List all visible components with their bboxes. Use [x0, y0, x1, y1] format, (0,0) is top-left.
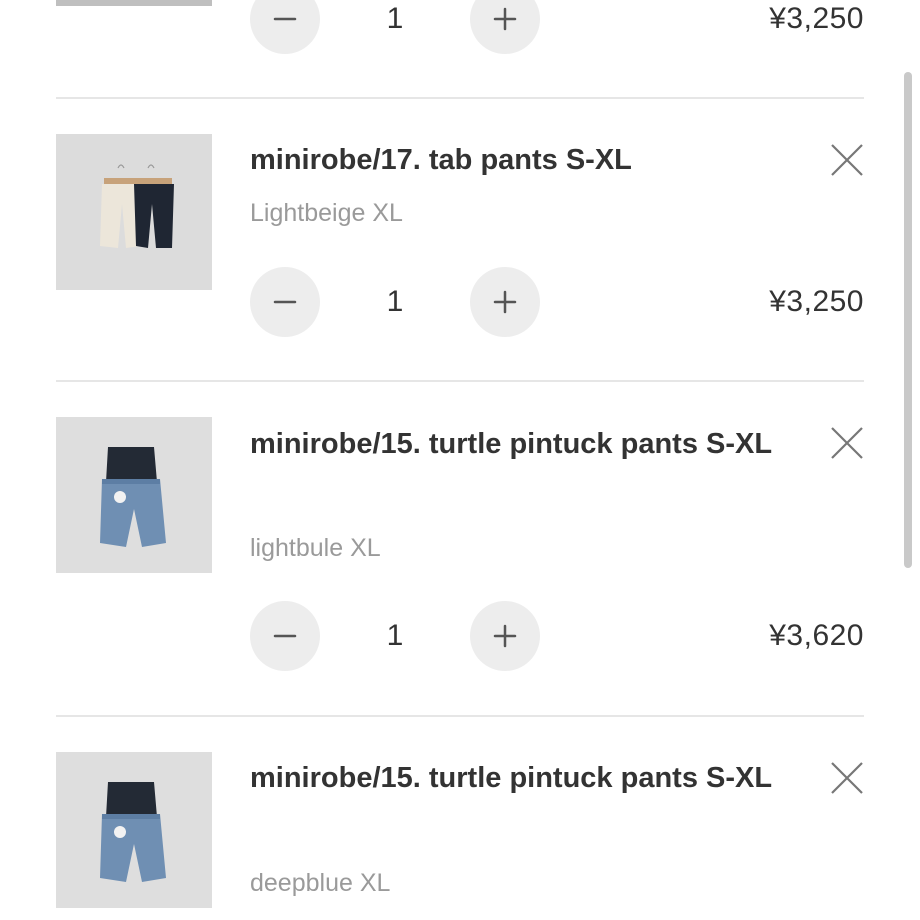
- quantity-stepper: 1 ¥3,620: [250, 601, 864, 671]
- product-thumbnail[interactable]: [56, 752, 212, 908]
- product-thumbnail[interactable]: [56, 0, 212, 6]
- tab-pants-photo: [56, 134, 212, 290]
- close-icon: [831, 144, 863, 176]
- scrollbar[interactable]: [904, 72, 912, 568]
- divider: [56, 715, 864, 717]
- decrease-quantity-button[interactable]: [250, 267, 320, 337]
- product-variant: Lightbeige XL: [250, 199, 403, 227]
- minus-icon: [273, 634, 297, 638]
- quantity-stepper: 1 ¥3,250: [250, 0, 864, 54]
- increase-quantity-button[interactable]: [470, 267, 540, 337]
- quantity-value: 1: [386, 2, 404, 35]
- decrease-quantity-button[interactable]: [250, 601, 320, 671]
- cart-screen: 1 ¥3,250 minirobe/17. tab pants S-XL Lig…: [0, 0, 920, 920]
- product-title[interactable]: minirobe/15. turtle pintuck pants S-XL: [250, 418, 790, 470]
- minus-icon: [273, 17, 297, 21]
- divider: [56, 380, 864, 382]
- plus-icon: [493, 7, 517, 31]
- product-variant: deepblue XL: [250, 869, 391, 897]
- product-thumbnail[interactable]: [56, 417, 212, 573]
- quantity-value: 1: [386, 285, 404, 318]
- remove-item-button[interactable]: [828, 141, 866, 179]
- product-title[interactable]: minirobe/17. tab pants S-XL: [250, 134, 790, 186]
- cart-item-partial: 1 ¥3,250: [0, 0, 920, 98]
- close-icon: [831, 762, 863, 794]
- plus-icon: [493, 290, 517, 314]
- increase-quantity-button[interactable]: [470, 601, 540, 671]
- plus-icon: [493, 624, 517, 648]
- item-price: ¥3,250: [769, 285, 864, 318]
- minus-icon: [273, 300, 297, 304]
- product-variant: lightbule XL: [250, 534, 381, 562]
- quantity-value: 1: [386, 619, 404, 652]
- product-thumbnail[interactable]: [56, 134, 212, 290]
- turtle-pintuck-pants-photo: [56, 417, 212, 573]
- item-price: ¥3,250: [769, 2, 864, 35]
- product-title[interactable]: minirobe/15. turtle pintuck pants S-XL: [250, 752, 790, 804]
- close-icon: [831, 427, 863, 459]
- decrease-quantity-button[interactable]: [250, 0, 320, 54]
- remove-item-button[interactable]: [828, 424, 866, 462]
- divider: [56, 97, 864, 99]
- remove-item-button[interactable]: [828, 759, 866, 797]
- quantity-stepper: 1 ¥3,250: [250, 267, 864, 337]
- increase-quantity-button[interactable]: [470, 0, 540, 54]
- item-price: ¥3,620: [769, 619, 864, 652]
- turtle-pintuck-pants-photo: [56, 752, 212, 908]
